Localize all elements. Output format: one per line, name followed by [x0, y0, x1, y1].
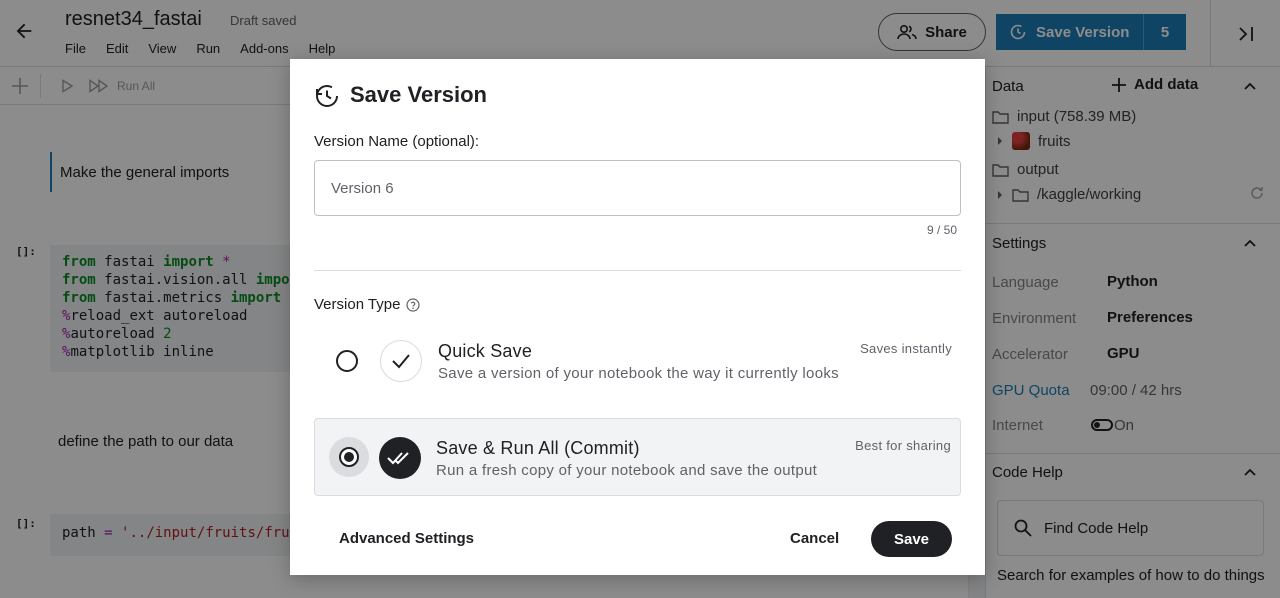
cancel-button[interactable]: Cancel: [790, 530, 839, 547]
save-run-all-title: Save & Run All (Commit): [436, 438, 640, 458]
character-counter: 9 / 50: [926, 223, 957, 237]
version-type-label: Version Type: [314, 296, 421, 313]
quick-save-description: Save a version of your notebook the way …: [438, 365, 839, 382]
quick-save-hint: Saves instantly: [860, 341, 952, 356]
save-button[interactable]: Save: [871, 521, 952, 557]
quick-save-radio[interactable]: [336, 350, 358, 372]
save-version-icon: [316, 85, 338, 107]
version-type-text: Version Type: [314, 296, 401, 313]
save-run-all-description: Run a fresh copy of your notebook and sa…: [436, 462, 818, 479]
save-run-all-radio[interactable]: [329, 437, 369, 477]
save-version-dialog: Save Version Version Name (optional): 9 …: [290, 59, 985, 575]
advanced-settings-button[interactable]: Advanced Settings: [339, 530, 474, 547]
version-name-label: Version Name (optional):: [314, 133, 480, 150]
help-icon[interactable]: [406, 297, 421, 312]
save-run-all-hint: Best for sharing: [855, 438, 951, 453]
divider: [314, 270, 961, 271]
version-name-input[interactable]: [314, 160, 961, 216]
quick-save-option[interactable]: Quick Save Save a version of your notebo…: [314, 322, 961, 400]
double-check-icon: [379, 437, 421, 479]
dialog-title: Save Version: [350, 82, 487, 107]
quick-save-title: Quick Save: [438, 341, 533, 361]
checkmark-icon: [380, 340, 422, 382]
save-run-all-option[interactable]: Save & Run All (Commit) Run a fresh copy…: [314, 418, 961, 496]
